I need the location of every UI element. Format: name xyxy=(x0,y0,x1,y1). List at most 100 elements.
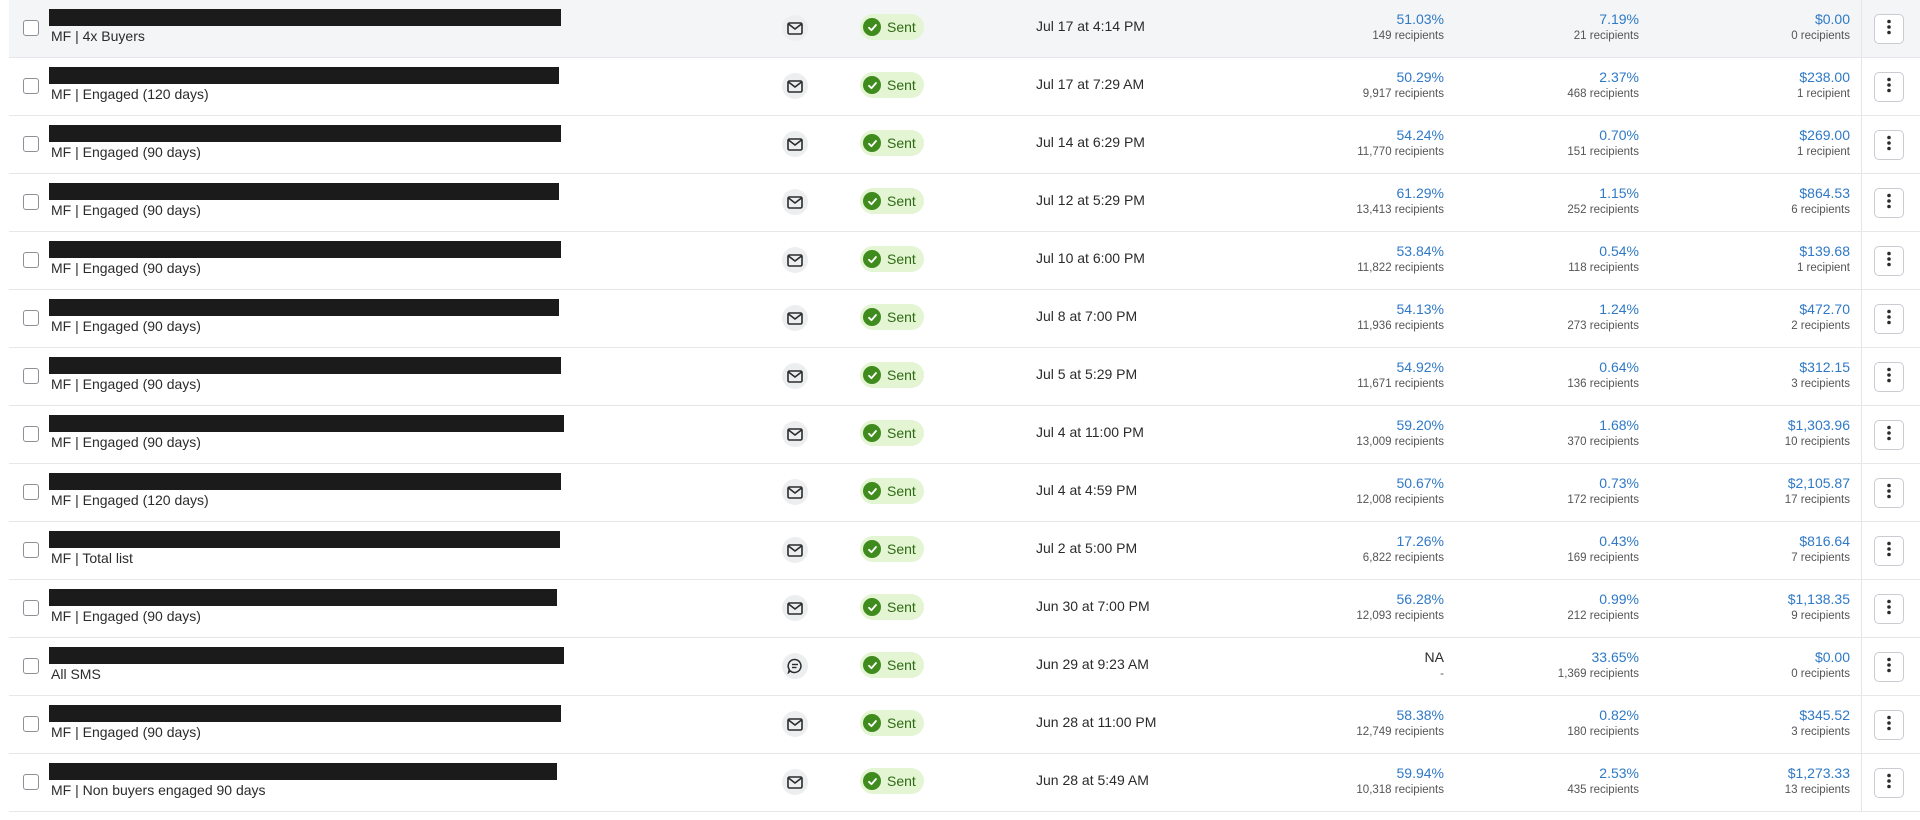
more-actions-button[interactable] xyxy=(1874,130,1904,160)
table-row[interactable]: MF | Engaged (90 days) Sent Jul 10 at 6:… xyxy=(9,232,1920,290)
revenue[interactable]: $1,303.96 xyxy=(1650,416,1850,434)
revenue-cell[interactable]: $312.15 3 recipients xyxy=(1650,358,1850,393)
click-rate-cell[interactable]: 1.24% 273 recipients xyxy=(1439,300,1639,335)
open-rate[interactable]: 54.13% xyxy=(1244,300,1444,318)
open-rate-cell[interactable]: 54.24% 11,770 recipients xyxy=(1244,126,1444,161)
row-checkbox[interactable] xyxy=(23,136,39,152)
click-rate-cell[interactable]: 1.15% 252 recipients xyxy=(1439,184,1639,219)
click-rate-cell[interactable]: 0.73% 172 recipients xyxy=(1439,474,1639,509)
open-rate-cell[interactable]: 51.03% 149 recipients xyxy=(1244,10,1444,45)
table-row[interactable]: MF | Engaged (120 days) Sent Jul 17 at 7… xyxy=(9,58,1920,116)
revenue-cell[interactable]: $0.00 0 recipients xyxy=(1650,10,1850,45)
open-rate-cell[interactable]: 54.13% 11,936 recipients xyxy=(1244,300,1444,335)
open-rate-cell[interactable]: 61.29% 13,413 recipients xyxy=(1244,184,1444,219)
open-rate-cell[interactable]: 50.29% 9,917 recipients xyxy=(1244,68,1444,103)
revenue-cell[interactable]: $1,303.96 10 recipients xyxy=(1650,416,1850,451)
open-rate-cell[interactable]: 59.94% 10,318 recipients xyxy=(1244,764,1444,799)
open-rate[interactable]: 54.24% xyxy=(1244,126,1444,144)
open-rate[interactable]: 54.92% xyxy=(1244,358,1444,376)
revenue[interactable]: $139.68 xyxy=(1650,242,1850,260)
open-rate[interactable]: 56.28% xyxy=(1244,590,1444,608)
more-actions-button[interactable] xyxy=(1874,14,1904,44)
more-actions-button[interactable] xyxy=(1874,304,1904,334)
row-checkbox[interactable] xyxy=(23,716,39,732)
table-row[interactable]: MF | Non buyers engaged 90 days Sent Jun… xyxy=(9,754,1920,812)
table-row[interactable]: MF | Engaged (90 days) Sent Jul 5 at 5:2… xyxy=(9,348,1920,406)
more-actions-button[interactable] xyxy=(1874,420,1904,450)
click-rate[interactable]: 2.37% xyxy=(1439,68,1639,86)
click-rate-cell[interactable]: 0.82% 180 recipients xyxy=(1439,706,1639,741)
revenue-cell[interactable]: $238.00 1 recipient xyxy=(1650,68,1850,103)
revenue-cell[interactable]: $1,273.33 13 recipients xyxy=(1650,764,1850,799)
revenue[interactable]: $1,273.33 xyxy=(1650,764,1850,782)
click-rate[interactable]: 0.73% xyxy=(1439,474,1639,492)
revenue-cell[interactable]: $139.68 1 recipient xyxy=(1650,242,1850,277)
click-rate[interactable]: 0.99% xyxy=(1439,590,1639,608)
click-rate[interactable]: 0.70% xyxy=(1439,126,1639,144)
open-rate-cell[interactable]: 58.38% 12,749 recipients xyxy=(1244,706,1444,741)
click-rate[interactable]: 7.19% xyxy=(1439,10,1639,28)
table-row[interactable]: MF | Engaged (90 days) Sent Jul 4 at 11:… xyxy=(9,406,1920,464)
open-rate-cell[interactable]: 50.67% 12,008 recipients xyxy=(1244,474,1444,509)
row-checkbox[interactable] xyxy=(23,658,39,674)
click-rate-cell[interactable]: 0.54% 118 recipients xyxy=(1439,242,1639,277)
open-rate[interactable]: 58.38% xyxy=(1244,706,1444,724)
open-rate-cell[interactable]: 17.26% 6,822 recipients xyxy=(1244,532,1444,567)
row-checkbox[interactable] xyxy=(23,484,39,500)
table-row[interactable]: MF | Engaged (90 days) Sent Jun 28 at 11… xyxy=(9,696,1920,754)
open-rate[interactable]: 59.20% xyxy=(1244,416,1444,434)
table-row[interactable]: MF | Engaged (90 days) Sent Jul 14 at 6:… xyxy=(9,116,1920,174)
more-actions-button[interactable] xyxy=(1874,536,1904,566)
table-row[interactable]: MF | 4x Buyers Sent Jul 17 at 4:14 PM 51… xyxy=(9,0,1920,58)
click-rate[interactable]: 1.15% xyxy=(1439,184,1639,202)
revenue-cell[interactable]: $269.00 1 recipient xyxy=(1650,126,1850,161)
click-rate[interactable]: 0.54% xyxy=(1439,242,1639,260)
row-checkbox[interactable] xyxy=(23,252,39,268)
click-rate-cell[interactable]: 0.70% 151 recipients xyxy=(1439,126,1639,161)
row-checkbox[interactable] xyxy=(23,426,39,442)
open-rate[interactable]: 53.84% xyxy=(1244,242,1444,260)
revenue[interactable]: $472.70 xyxy=(1650,300,1850,318)
table-row[interactable]: MF | Total list Sent Jul 2 at 5:00 PM 17… xyxy=(9,522,1920,580)
click-rate-cell[interactable]: 0.64% 136 recipients xyxy=(1439,358,1639,393)
table-row[interactable]: MF | Engaged (90 days) Sent Jun 30 at 7:… xyxy=(9,580,1920,638)
open-rate[interactable]: 59.94% xyxy=(1244,764,1444,782)
click-rate-cell[interactable]: 33.65% 1,369 recipients xyxy=(1439,648,1639,683)
row-checkbox[interactable] xyxy=(23,78,39,94)
click-rate-cell[interactable]: 2.37% 468 recipients xyxy=(1439,68,1639,103)
click-rate[interactable]: 0.43% xyxy=(1439,532,1639,550)
row-checkbox[interactable] xyxy=(23,774,39,790)
more-actions-button[interactable] xyxy=(1874,710,1904,740)
more-actions-button[interactable] xyxy=(1874,246,1904,276)
click-rate[interactable]: 2.53% xyxy=(1439,764,1639,782)
revenue[interactable]: $816.64 xyxy=(1650,532,1850,550)
click-rate-cell[interactable]: 7.19% 21 recipients xyxy=(1439,10,1639,45)
row-checkbox[interactable] xyxy=(23,310,39,326)
more-actions-button[interactable] xyxy=(1874,768,1904,798)
table-row[interactable]: MF | Engaged (120 days) Sent Jul 4 at 4:… xyxy=(9,464,1920,522)
click-rate-cell[interactable]: 2.53% 435 recipients xyxy=(1439,764,1639,799)
revenue[interactable]: $1,138.35 xyxy=(1650,590,1850,608)
revenue[interactable]: $864.53 xyxy=(1650,184,1850,202)
table-row[interactable]: All SMS Sent Jun 29 at 9:23 AM NA - 33.6… xyxy=(9,638,1920,696)
click-rate[interactable]: 1.24% xyxy=(1439,300,1639,318)
click-rate[interactable]: 1.68% xyxy=(1439,416,1639,434)
revenue[interactable]: $312.15 xyxy=(1650,358,1850,376)
revenue-cell[interactable]: $0.00 0 recipients xyxy=(1650,648,1850,683)
click-rate[interactable]: 0.64% xyxy=(1439,358,1639,376)
row-checkbox[interactable] xyxy=(23,368,39,384)
click-rate[interactable]: 33.65% xyxy=(1439,648,1639,666)
click-rate-cell[interactable]: 1.68% 370 recipients xyxy=(1439,416,1639,451)
open-rate[interactable]: 51.03% xyxy=(1244,10,1444,28)
table-row[interactable]: MF | Engaged (90 days) Sent Jul 8 at 7:0… xyxy=(9,290,1920,348)
revenue-cell[interactable]: $816.64 7 recipients xyxy=(1650,532,1850,567)
open-rate[interactable]: 50.29% xyxy=(1244,68,1444,86)
open-rate[interactable]: 50.67% xyxy=(1244,474,1444,492)
revenue-cell[interactable]: $472.70 2 recipients xyxy=(1650,300,1850,335)
row-checkbox[interactable] xyxy=(23,194,39,210)
click-rate-cell[interactable]: 0.99% 212 recipients xyxy=(1439,590,1639,625)
revenue-cell[interactable]: $345.52 3 recipients xyxy=(1650,706,1850,741)
open-rate[interactable]: 17.26% xyxy=(1244,532,1444,550)
open-rate-cell[interactable]: 59.20% 13,009 recipients xyxy=(1244,416,1444,451)
open-rate-cell[interactable]: 56.28% 12,093 recipients xyxy=(1244,590,1444,625)
